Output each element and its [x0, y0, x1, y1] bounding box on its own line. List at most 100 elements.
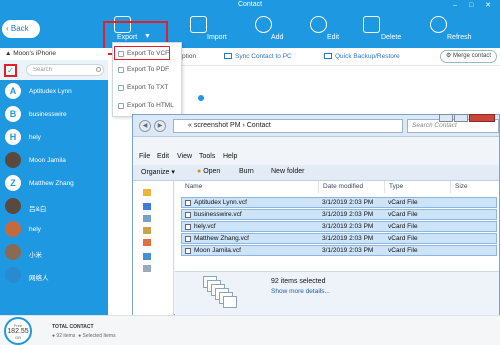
recent-places-icon[interactable]: [143, 227, 151, 234]
vcard-file-icon: [185, 236, 191, 242]
vcard-file-icon: [185, 248, 191, 254]
menu-file[interactable]: File: [139, 153, 150, 160]
column-date[interactable]: Date modified: [319, 181, 385, 193]
contact-item[interactable]: H hely: [0, 126, 108, 149]
file-name: Moon Jamila.vcf: [194, 247, 241, 254]
column-size[interactable]: Size: [451, 181, 497, 193]
menu-tools[interactable]: Tools: [199, 153, 215, 160]
table-row[interactable]: Aptitudex Lynn.vcf 3/1/2019 2:03 PM vCar…: [181, 197, 497, 208]
contact-item[interactable]: 网络人: [0, 264, 108, 287]
vcard-file-icon: [185, 224, 191, 230]
forward-nav-button[interactable]: ▶: [154, 120, 166, 132]
contact-counts: ● 92 items ● Selected Items: [52, 333, 116, 339]
import-icon: [190, 16, 207, 33]
table-row[interactable]: businesswire.vcf 3/1/2019 2:03 PM vCard …: [181, 209, 497, 220]
network-icon[interactable]: [143, 265, 151, 272]
computer-icon: [224, 53, 232, 59]
favorites-icon[interactable]: [143, 189, 151, 196]
minimize-button[interactable]: [439, 114, 453, 122]
library-icon[interactable]: [143, 239, 151, 246]
new-folder-button[interactable]: New folder: [271, 168, 304, 175]
menu-label: Export To TXT: [127, 84, 169, 91]
desktop-icon[interactable]: [143, 203, 151, 210]
table-row[interactable]: hely.vcf 3/1/2019 2:03 PM vCard File: [181, 221, 497, 232]
merge-contact-button[interactable]: ⚙ Merge contact: [439, 50, 497, 63]
back-button[interactable]: ‹ Back: [2, 20, 40, 38]
back-nav-button[interactable]: ◀: [139, 120, 151, 132]
sync-to-pc-button[interactable]: Sync Contact to PC: [224, 53, 292, 60]
items-count: 92 items: [56, 333, 76, 339]
contact-item[interactable]: A Aptitudex Lynn: [0, 80, 108, 103]
explorer-menu-bar: File Edit View Tools Help: [133, 152, 499, 165]
txt-file-icon: [118, 85, 124, 91]
address-path: « screenshot PM › Contact: [188, 122, 271, 129]
device-row[interactable]: ▲ Moon's iPhone: [0, 48, 108, 60]
file-name: Matthew Zhang.vcf: [194, 235, 249, 242]
selected-count: 92 items selected: [271, 278, 326, 285]
show-more-details-link[interactable]: Show more details...: [271, 288, 330, 295]
file-type: vCard File: [388, 223, 418, 230]
contact-name: Matthew Zhang: [29, 180, 74, 187]
search-input[interactable]: [26, 64, 104, 76]
open-label: Open: [203, 168, 221, 175]
burn-button[interactable]: Burn: [239, 168, 254, 175]
table-row[interactable]: Moon Jamila.vcf 3/1/2019 2:03 PM vCard F…: [181, 245, 497, 256]
file-type: vCard File: [388, 211, 418, 218]
window-controls[interactable]: – □ ✕: [453, 1, 496, 9]
print-icon[interactable]: [198, 95, 204, 101]
avatar: [5, 198, 21, 214]
column-name[interactable]: Name: [181, 181, 319, 193]
backup-icon: [324, 53, 332, 59]
export-html-item[interactable]: Export To HTML: [115, 99, 174, 113]
menu-label: Export To VCF: [127, 50, 170, 57]
quick-backup-button[interactable]: Quick Backup/Restore: [324, 53, 400, 60]
table-row[interactable]: Matthew Zhang.vcf 3/1/2019 2:03 PM vCard…: [181, 233, 497, 244]
pdf-file-icon: [118, 67, 124, 73]
device-name: Moon's iPhone: [13, 50, 57, 57]
menu-view[interactable]: View: [177, 153, 192, 160]
menu-help[interactable]: Help: [223, 153, 237, 160]
contact-item[interactable]: 吕&白: [0, 195, 108, 218]
downloads-icon[interactable]: [143, 215, 151, 222]
contact-item[interactable]: Moon Jamila: [0, 149, 108, 172]
edit-icon: [310, 16, 327, 33]
contact-name: 吕&白: [29, 206, 47, 213]
contact-item[interactable]: B businesswire: [0, 103, 108, 126]
computer-icon[interactable]: [143, 253, 151, 260]
contact-item[interactable]: 小米: [0, 241, 108, 264]
refresh-icon: [430, 16, 447, 33]
contact-sidebar: ▲ Moon's iPhone ✓ A Aptitudex Lynn B bus…: [0, 48, 108, 315]
maximize-button[interactable]: [454, 114, 468, 122]
file-type: vCard File: [388, 235, 418, 242]
export-vcf-item[interactable]: Export To VCF: [114, 46, 170, 60]
export-pdf-item[interactable]: Export To PDF: [115, 63, 169, 77]
contact-item[interactable]: Z Matthew Zhang: [0, 172, 108, 195]
contact-name: 小米: [29, 252, 42, 259]
contact-name: hely: [29, 134, 41, 141]
menu-edit[interactable]: Edit: [157, 153, 169, 160]
address-bar[interactable]: « screenshot PM › Contact: [173, 119, 403, 133]
backup-label: Quick Backup/Restore: [335, 53, 400, 60]
column-type[interactable]: Type: [385, 181, 451, 193]
delete-label: Delete: [381, 34, 402, 41]
export-txt-item[interactable]: Export To TXT: [115, 81, 168, 95]
file-type: vCard File: [388, 199, 418, 206]
select-all-checkbox[interactable]: ✓: [4, 64, 17, 77]
file-name: hely.vcf: [194, 223, 216, 230]
contact-item[interactable]: hely: [0, 218, 108, 241]
avatar: Z: [5, 175, 21, 191]
navigation-pane: [133, 181, 174, 315]
organize-button[interactable]: Organize ▾: [141, 168, 175, 176]
file-date: 3/1/2019 2:03 PM: [322, 199, 374, 206]
menu-label: Export To PDF: [127, 66, 170, 73]
contact-name: 网络人: [29, 275, 49, 282]
title-bar: Contact – □ ✕: [0, 0, 500, 10]
vcf-file-icon: [118, 51, 124, 57]
explorer-search-placeholder: Search Contact: [412, 122, 457, 129]
refresh-label: Refresh: [447, 34, 472, 41]
avatar: [5, 267, 21, 283]
close-button[interactable]: [469, 114, 495, 122]
open-button[interactable]: ● Open: [197, 168, 220, 175]
status-footer: Free 182.55 GB TOTAL CONTACT ● 92 items …: [0, 315, 500, 345]
avatar: H: [5, 129, 21, 145]
